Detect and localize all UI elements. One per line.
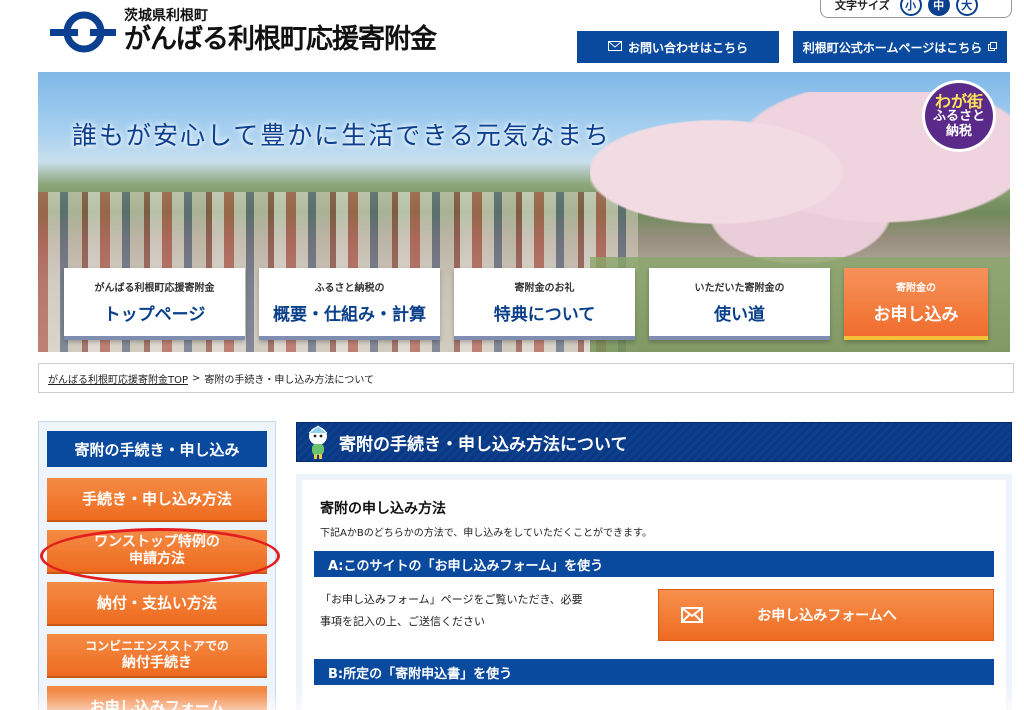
application-form-button-label: お申し込みフォームへ (757, 608, 897, 624)
logo-title: がんばる利根町応援寄附金 (124, 24, 437, 55)
page-title: 寄附の手続き・申し込み方法について (339, 434, 628, 455)
mascot-icon (305, 425, 331, 459)
breadcrumb-home-link[interactable]: がんばる利根町応援寄附金TOP (48, 371, 188, 386)
font-size-medium-button[interactable]: 中 (927, 0, 950, 16)
font-size-small-button[interactable]: 小 (899, 0, 922, 16)
font-size-label: 文字サイズ (835, 0, 890, 12)
mail-icon (607, 40, 622, 54)
nav-usage[interactable]: いただいた寄附金の 使い道 (649, 268, 830, 340)
breadcrumb-separator: > (192, 372, 201, 384)
sidebar-title: 寄附の手続き・申し込み (47, 431, 267, 467)
nav-top-page[interactable]: がんばる利根町応援寄附金 トップページ (64, 268, 245, 340)
contact-button-label: お問い合わせはこちら (627, 40, 748, 55)
method-a-heading: A:このサイトの「お申し込みフォーム」を使う (314, 551, 994, 577)
hero-slogan: 誰もが安心して豊かに生活できる元気なまち (72, 121, 611, 150)
nav-apply[interactable]: 寄附金の お申し込み (844, 268, 988, 340)
application-form-button[interactable]: お申し込みフォームへ (658, 589, 994, 641)
method-a-text: 「お申し込みフォーム」ページをご覧いただき、必要 事項を記入の上、ご送信ください (320, 593, 583, 628)
sidebar-item-convenience-store[interactable]: コンビニエンスストアでの 納付手続き (47, 634, 267, 678)
global-nav: がんばる利根町応援寄附金 トップページ ふるさと納税の 概要・仕組み・計算 寄附… (64, 268, 988, 340)
content-panel: 寄附の申し込み方法 下記AかBのどちらかの方法で、申し込みをしていただくことがで… (296, 474, 1012, 710)
font-size-switcher: 文字サイズ 小 中 大 (820, 0, 1012, 18)
font-size-large-button[interactable]: 大 (955, 0, 978, 16)
contact-button[interactable]: お問い合わせはこちら (577, 31, 779, 63)
sidebar: 寄附の手続き・申し込み 手続き・申し込み方法 ワンストップ特例の 申請方法 納付… (38, 421, 276, 710)
logo-prefecture: 茨城県利根町 (124, 8, 208, 24)
breadcrumb: がんばる利根町応援寄附金TOP > 寄附の手続き・申し込み方法について (38, 363, 1014, 393)
nav-overview[interactable]: ふるさと納税の 概要・仕組み・計算 (259, 268, 440, 340)
official-site-button[interactable]: 利根町公式ホームページはこちら (793, 31, 1007, 63)
section-description: 下記AかBのどちらかの方法で、申し込みをしていただくことができます。 (320, 528, 653, 539)
external-link-icon (988, 40, 998, 54)
sidebar-item-one-stop[interactable]: ワンストップ特例の 申請方法 (47, 530, 267, 574)
sidebar-item-payment[interactable]: 納付・支払い方法 (47, 582, 267, 626)
breadcrumb-current: 寄附の手続き・申し込み方法について (204, 374, 375, 386)
town-emblem-icon (48, 10, 118, 54)
site-logo[interactable]: 茨城県利根町 がんばる利根町応援寄附金 (48, 8, 437, 56)
envelope-icon (681, 607, 704, 623)
sidebar-item-form[interactable]: お申し込みフォーム (47, 686, 267, 710)
page-heading-bar: 寄附の手続き・申し込み方法について (296, 422, 1012, 462)
official-site-button-label: 利根町公式ホームページはこちら (802, 40, 983, 55)
furusato-badge: わが街 ふるさと 納税 (922, 80, 996, 152)
method-b-heading: B:所定の「寄附申込書」を使う (314, 659, 994, 685)
nav-benefits[interactable]: 寄附金のお礼 特典について (454, 268, 635, 340)
section-title: 寄附の申し込み方法 (320, 501, 446, 517)
sidebar-item-procedure[interactable]: 手続き・申し込み方法 (47, 478, 267, 522)
